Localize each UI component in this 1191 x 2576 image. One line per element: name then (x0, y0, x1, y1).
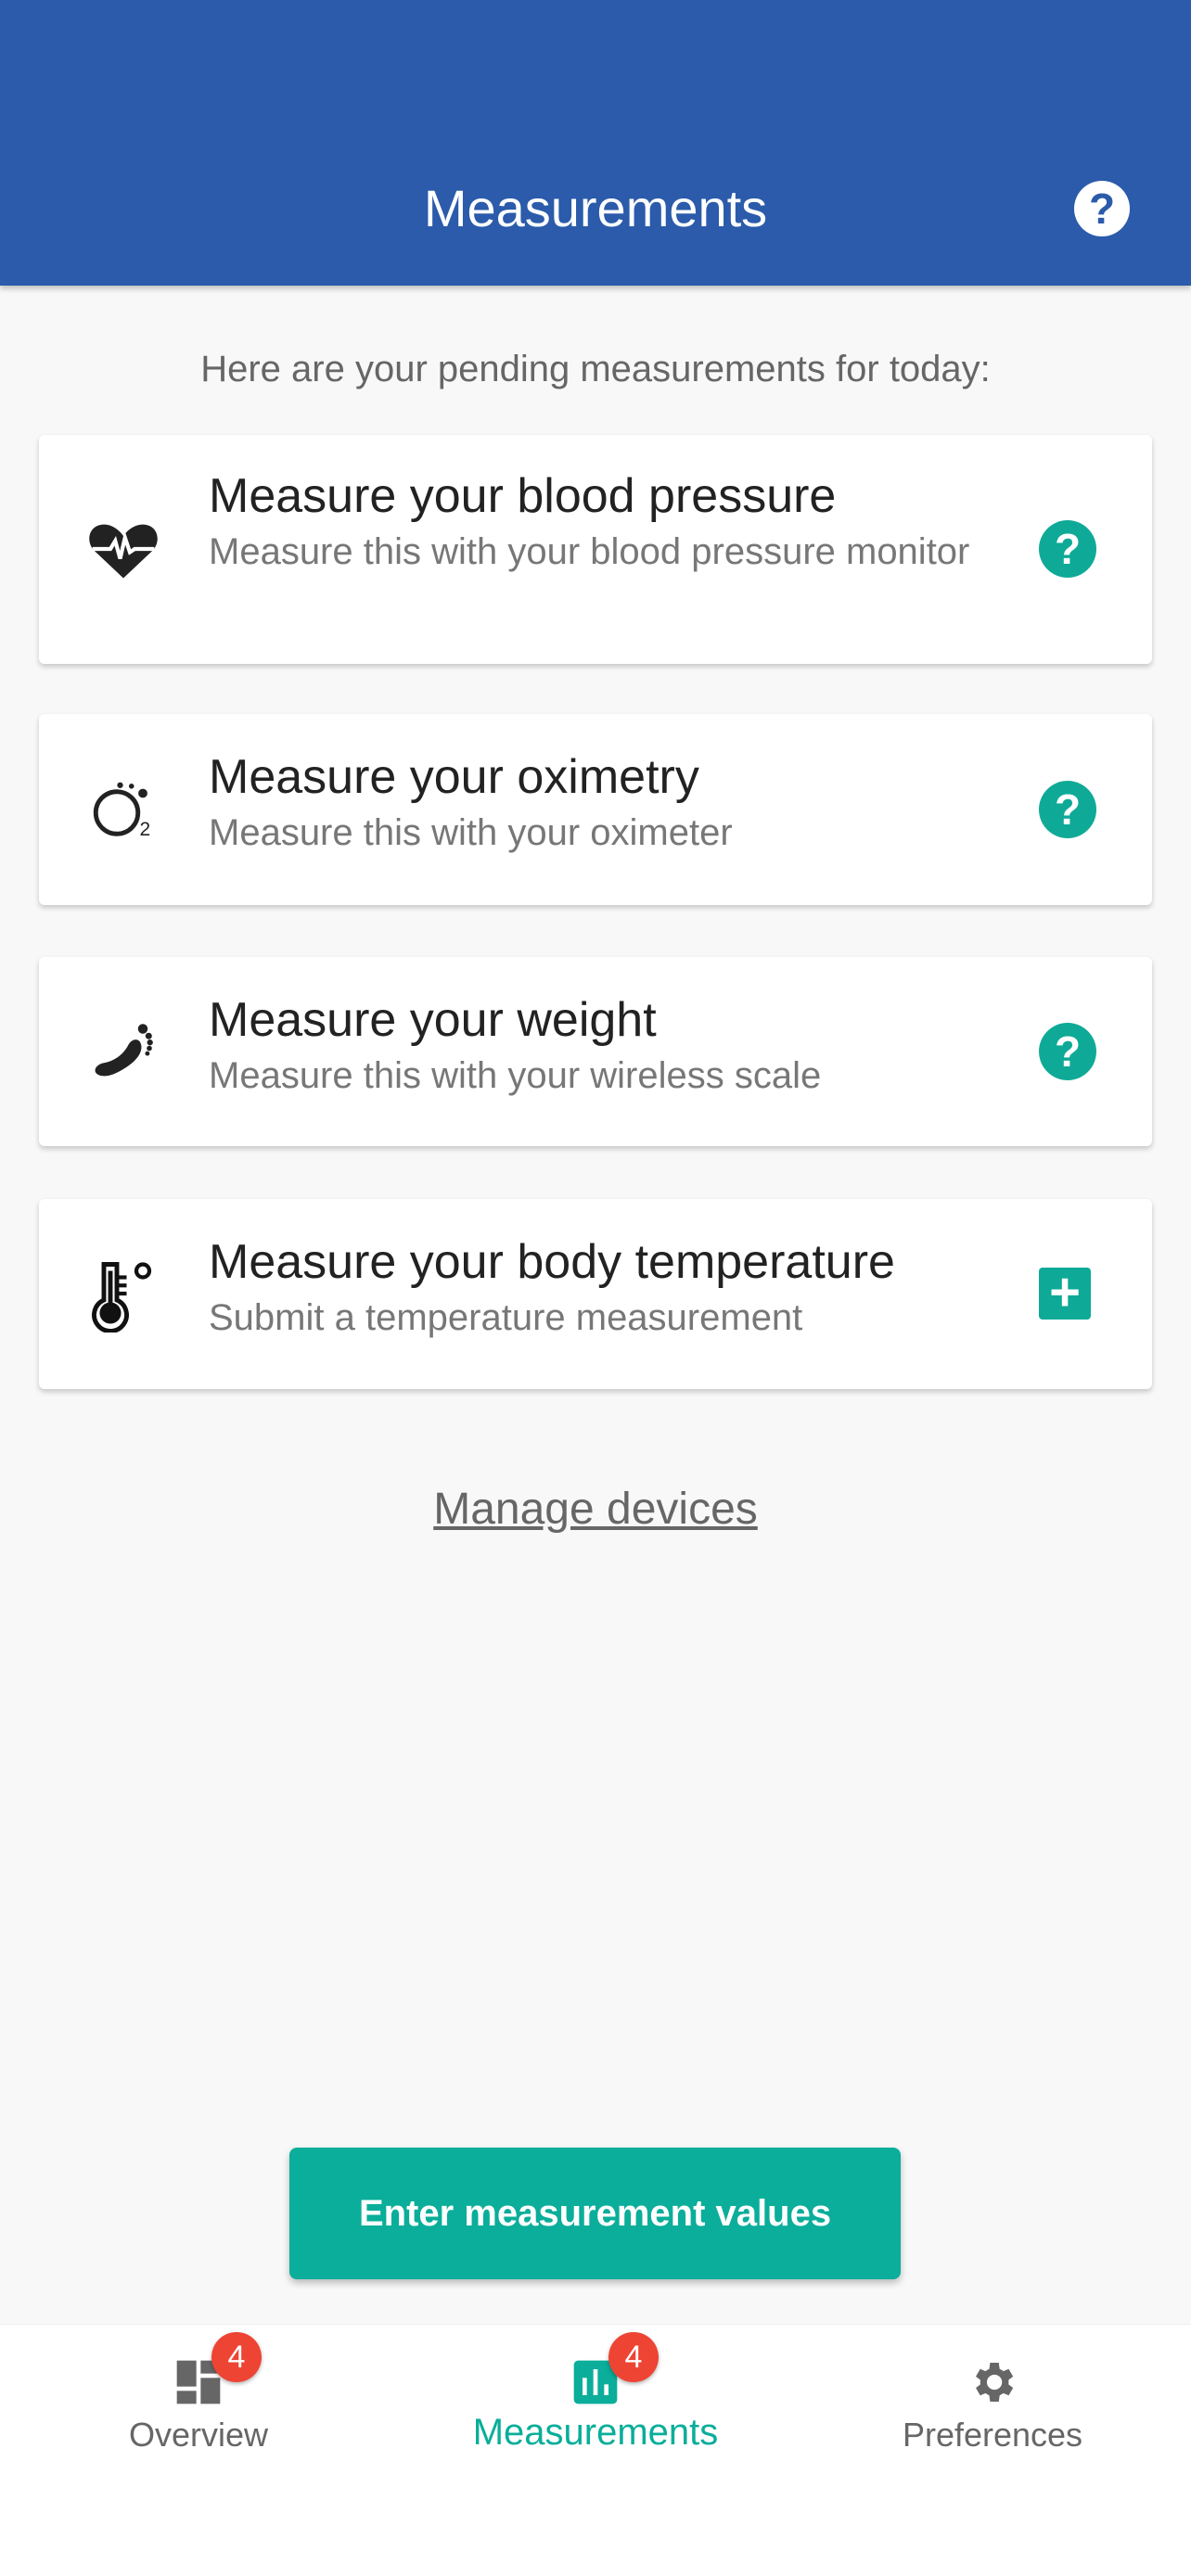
thermometer-icon (92, 1262, 152, 1333)
measurement-subtitle: Measure this with your wireless scale (209, 1055, 822, 1096)
notification-badge: 4 (608, 2332, 659, 2382)
measurement-card-weight[interactable]: Measure your weight Measure this with yo… (39, 957, 1152, 1146)
foot-icon (95, 1024, 153, 1077)
oxygen-icon: 2 (93, 782, 151, 840)
nav-label: Measurements (472, 2412, 719, 2453)
enter-measurement-values-button[interactable]: Enter measurement values (289, 2148, 901, 2279)
measurement-subtitle: Measure this with your oximeter (209, 812, 733, 853)
measurement-card-oximetry[interactable]: 2 Measure your oximetry Measure this wit… (39, 714, 1152, 905)
add-icon[interactable]: + (1039, 1266, 1091, 1320)
nav-tab-measurements[interactable]: 4 Measurements (397, 2325, 794, 2510)
help-icon[interactable]: ? (1039, 781, 1096, 838)
svg-text:2: 2 (140, 819, 151, 840)
help-icon[interactable]: ? (1074, 181, 1130, 236)
help-icon[interactable]: ? (1039, 1023, 1096, 1080)
measurement-title: Measure your weight (209, 993, 657, 1047)
nav-tab-overview[interactable]: 4 Overview (0, 2325, 397, 2510)
page-title: Measurements (423, 179, 768, 237)
manage-devices-link[interactable]: Manage devices (0, 1484, 1191, 1535)
measurement-title: Measure your blood pressure (209, 469, 837, 523)
nav-label: Overview (128, 2416, 269, 2454)
heart-pulse-icon (89, 524, 158, 579)
measurement-title: Measure your oximetry (209, 750, 699, 804)
bottom-navigation: 4 Overview 4 Measurements Preferences (0, 2324, 1191, 2576)
intro-text: Here are your pending measurements for t… (200, 349, 991, 389)
measurement-subtitle: Measure this with your blood pressure mo… (209, 531, 970, 572)
app-header: Measurements ? (0, 0, 1191, 286)
measurement-card-temperature[interactable]: Measure your body temperature Submit a t… (39, 1199, 1152, 1389)
measurement-subtitle: Submit a temperature measurement (209, 1297, 803, 1338)
gear-icon (976, 2363, 1014, 2402)
nav-label: Preferences (902, 2416, 1083, 2454)
notification-badge: 4 (211, 2332, 262, 2382)
measurement-title: Measure your body temperature (209, 1235, 895, 1289)
measurement-card-blood-pressure[interactable]: Measure your blood pressure Measure this… (39, 435, 1152, 664)
nav-tab-preferences[interactable]: Preferences (794, 2325, 1191, 2510)
help-icon[interactable]: ? (1039, 520, 1096, 578)
